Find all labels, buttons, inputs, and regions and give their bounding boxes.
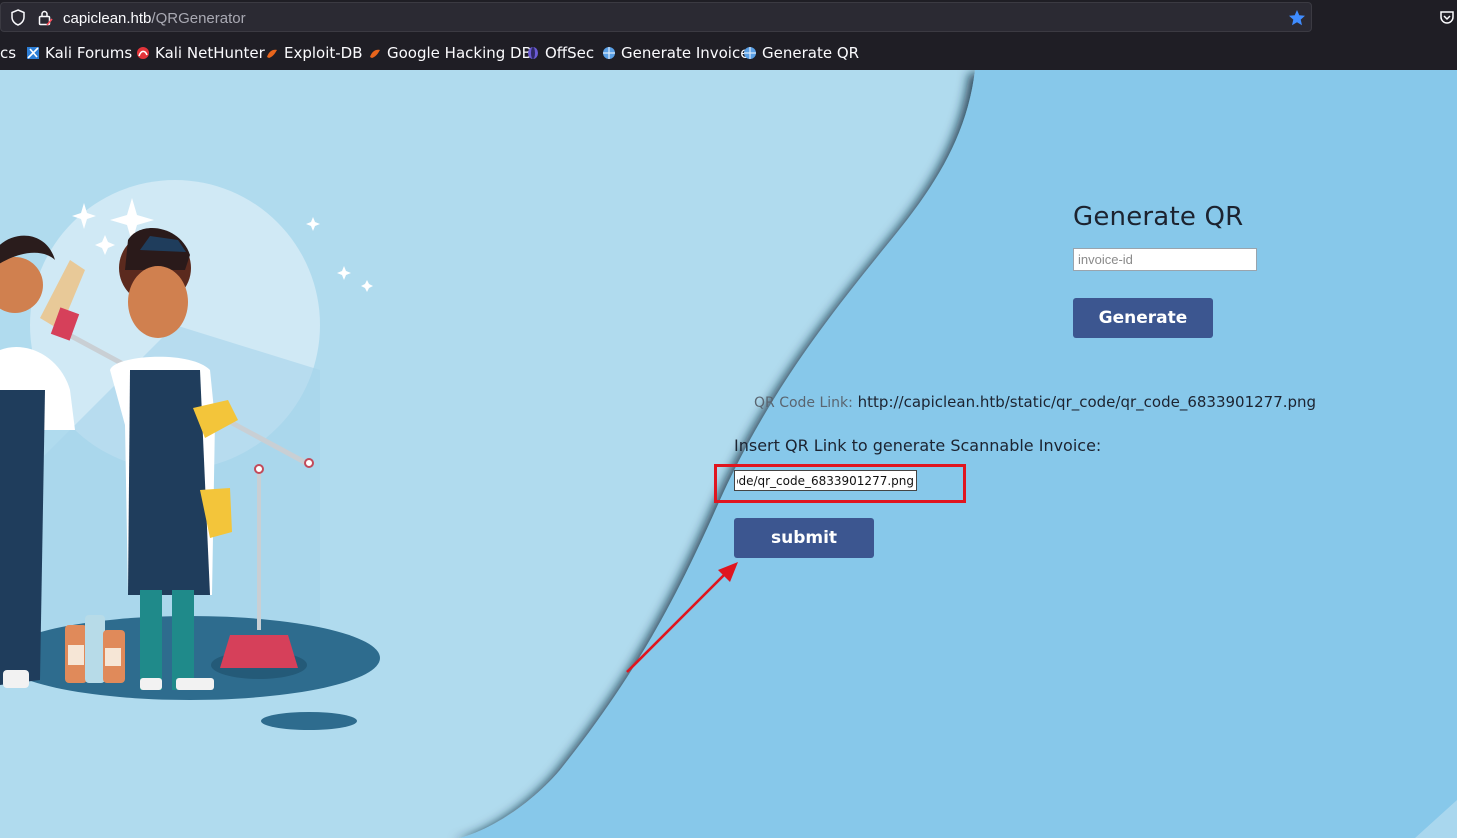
kali-forums-icon xyxy=(27,47,39,59)
offsec-icon xyxy=(528,47,538,59)
insert-qr-link-label: Insert QR Link to generate Scannable Inv… xyxy=(734,436,1102,455)
page-title: Generate QR xyxy=(1073,202,1244,232)
exploit-db-icon xyxy=(267,49,277,58)
bookmarks-toolbar: cs Kali Forums Kali NetHunter Exploit-DB… xyxy=(0,36,1457,68)
bookmark-item[interactable]: Exploit-DB xyxy=(265,44,363,62)
globe-icon xyxy=(603,47,615,59)
bookmark-item[interactable]: Kali Forums xyxy=(26,44,132,62)
bookmark-label: Generate QR xyxy=(762,44,860,62)
ghdb-icon xyxy=(370,49,380,58)
lock-icon[interactable] xyxy=(37,9,53,26)
bookmark-item[interactable]: Kali NetHunter xyxy=(136,44,265,62)
bookmark-label: OffSec xyxy=(545,44,595,62)
url-host: capiclean.htb xyxy=(63,10,152,27)
bookmark-item[interactable]: Generate Invoice xyxy=(602,44,749,62)
bookmark-label: Exploit-DB xyxy=(284,44,363,62)
globe-icon xyxy=(744,47,756,59)
qr-link-value: http://capiclean.htb/static/qr_code/qr_c… xyxy=(857,393,1317,411)
bookmark-item[interactable]: Generate QR xyxy=(743,44,859,62)
bookmark-label: Generate Invoice xyxy=(621,44,750,62)
kali-nethunter-icon xyxy=(137,47,149,59)
url-text[interactable]: capiclean.htb/QRGenerator xyxy=(63,10,246,27)
qr-link-input[interactable] xyxy=(734,470,917,491)
browser-chrome: capiclean.htb/QRGenerator cs Kali Forums… xyxy=(0,0,1457,70)
bookmark-label: Kali NetHunter xyxy=(155,44,265,62)
qr-code-link: QR Code Link: http://capiclean.htb/stati… xyxy=(754,393,1316,411)
url-path: /QRGenerator xyxy=(151,10,246,27)
bookmark-label: Google Hacking DB xyxy=(387,44,532,62)
bookmark-label: Kali Forums xyxy=(45,44,133,62)
bookmark-label: cs xyxy=(0,44,17,62)
shield-icon[interactable] xyxy=(10,9,26,26)
bookmark-item[interactable]: Google Hacking DB xyxy=(368,44,532,62)
qr-link-label: QR Code Link: xyxy=(754,395,853,411)
pocket-icon[interactable] xyxy=(1439,9,1455,25)
page-content: Generate QR Generate QR Code Link: http:… xyxy=(0,70,1457,838)
bookmark-item[interactable]: cs xyxy=(0,44,16,62)
page-background xyxy=(0,70,1457,838)
generate-button[interactable]: Generate xyxy=(1073,298,1213,338)
bookmark-item[interactable]: OffSec xyxy=(526,44,594,62)
submit-button[interactable]: submit xyxy=(734,518,874,558)
invoice-id-input[interactable] xyxy=(1073,248,1257,271)
arrow-annotation-icon xyxy=(626,562,738,673)
bookmark-star-icon[interactable] xyxy=(1288,9,1306,27)
address-bar[interactable]: capiclean.htb/QRGenerator xyxy=(0,2,1312,32)
